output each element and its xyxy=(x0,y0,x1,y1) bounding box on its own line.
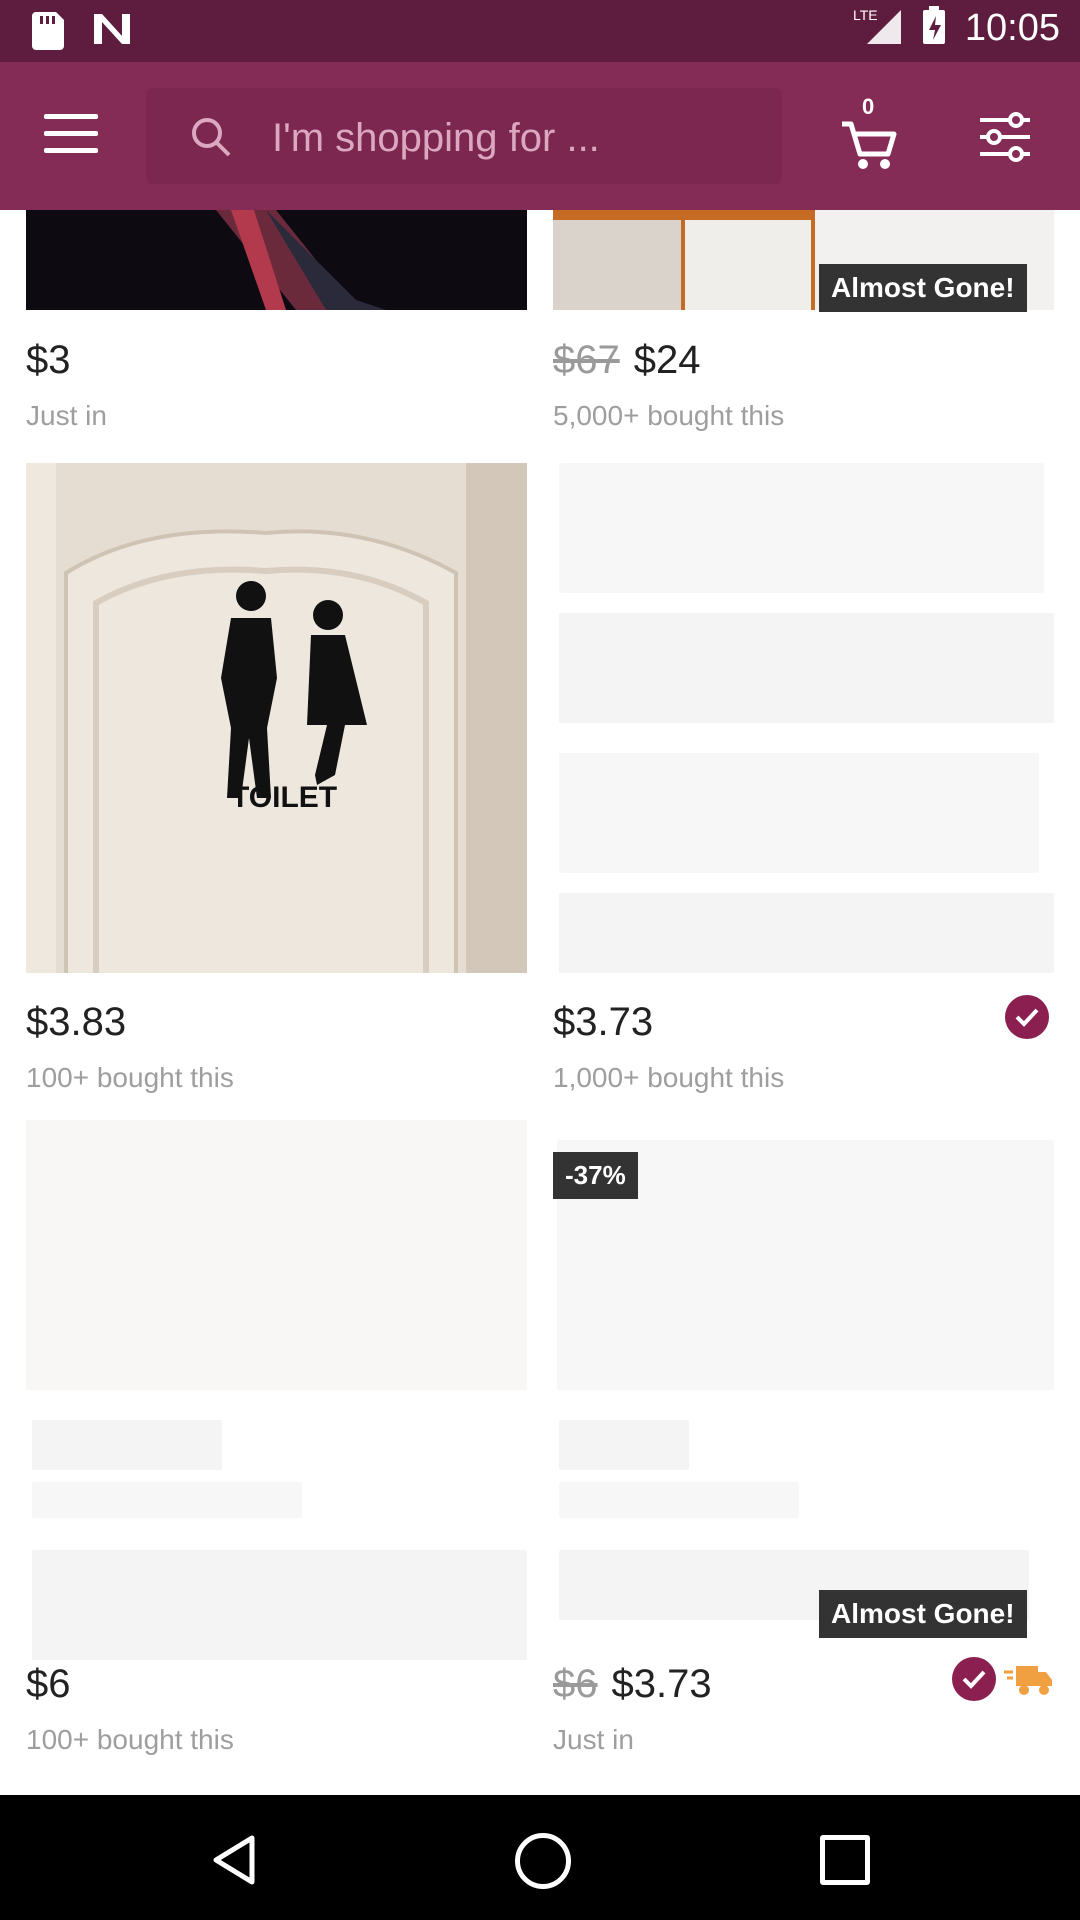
fast-shipping-truck-icon xyxy=(1004,1662,1054,1705)
product-image[interactable] xyxy=(26,210,527,310)
cart-button[interactable]: 0 xyxy=(840,94,900,172)
notification-n-icon xyxy=(92,12,132,55)
search-icon xyxy=(190,116,232,163)
product-image[interactable]: TOILET xyxy=(26,463,527,973)
product-subtitle: Just in xyxy=(26,400,107,431)
recent-apps-icon[interactable] xyxy=(820,1835,870,1885)
system-navigation-bar xyxy=(0,1795,1080,1920)
status-bar: LTE 10:05 xyxy=(0,0,1080,62)
current-price: $24 xyxy=(633,338,701,382)
product-price: $6 xyxy=(26,1662,71,1707)
clock-time: 10:05 xyxy=(964,7,1060,49)
product-price: $3.73 xyxy=(553,1000,653,1045)
app-bar: I'm shopping for ... 0 xyxy=(0,62,1080,210)
verified-badge-icon xyxy=(952,1657,996,1701)
product-image-loading[interactable] xyxy=(26,1120,527,1795)
menu-button[interactable] xyxy=(44,114,98,158)
sd-card-icon xyxy=(30,12,64,55)
almost-gone-badge: Almost Gone! xyxy=(819,1590,1027,1638)
verified-badge-icon xyxy=(1005,995,1049,1039)
current-price: $3.83 xyxy=(26,1000,127,1044)
product-price: $67 $24 xyxy=(553,338,701,383)
filter-sliders-icon xyxy=(978,112,1032,166)
almost-gone-badge: Almost Gone! xyxy=(819,264,1027,312)
product-price: $3 xyxy=(26,338,71,383)
discount-badge: -37% xyxy=(553,1152,638,1199)
current-price: $3.73 xyxy=(553,1000,654,1044)
original-price: $6 xyxy=(553,1662,598,1706)
battery-charging-icon xyxy=(921,6,947,51)
product-subtitle: 5,000+ bought this xyxy=(553,400,785,431)
home-icon[interactable] xyxy=(515,1833,571,1889)
signal-lte-icon: LTE xyxy=(853,6,903,51)
product-subtitle: 100+ bought this xyxy=(26,1062,234,1093)
current-price: $3 xyxy=(26,338,71,382)
product-price: $3.83 xyxy=(26,1000,126,1045)
product-price: $6 $3.73 xyxy=(553,1662,712,1707)
product-image-loading[interactable] xyxy=(553,463,1054,973)
svg-text:LTE: LTE xyxy=(853,7,878,23)
search-placeholder: I'm shopping for ... xyxy=(272,116,600,160)
original-price: $67 xyxy=(553,338,620,382)
product-subtitle: Just in xyxy=(553,1724,634,1755)
cart-icon xyxy=(840,121,900,176)
toilet-sign-text: TOILET xyxy=(231,781,338,814)
filter-button[interactable] xyxy=(978,112,1032,162)
current-price: $6 xyxy=(26,1662,71,1706)
current-price: $3.73 xyxy=(611,1662,712,1706)
product-subtitle: 1,000+ bought this xyxy=(553,1062,785,1093)
cart-count: 0 xyxy=(862,94,875,119)
back-icon[interactable] xyxy=(212,1835,256,1890)
product-subtitle: 100+ bought this xyxy=(26,1724,234,1755)
search-input[interactable]: I'm shopping for ... xyxy=(146,88,782,184)
product-grid: $3 Just in Almost Gone! $67 $24 5,000+ bo… xyxy=(0,210,1080,1795)
